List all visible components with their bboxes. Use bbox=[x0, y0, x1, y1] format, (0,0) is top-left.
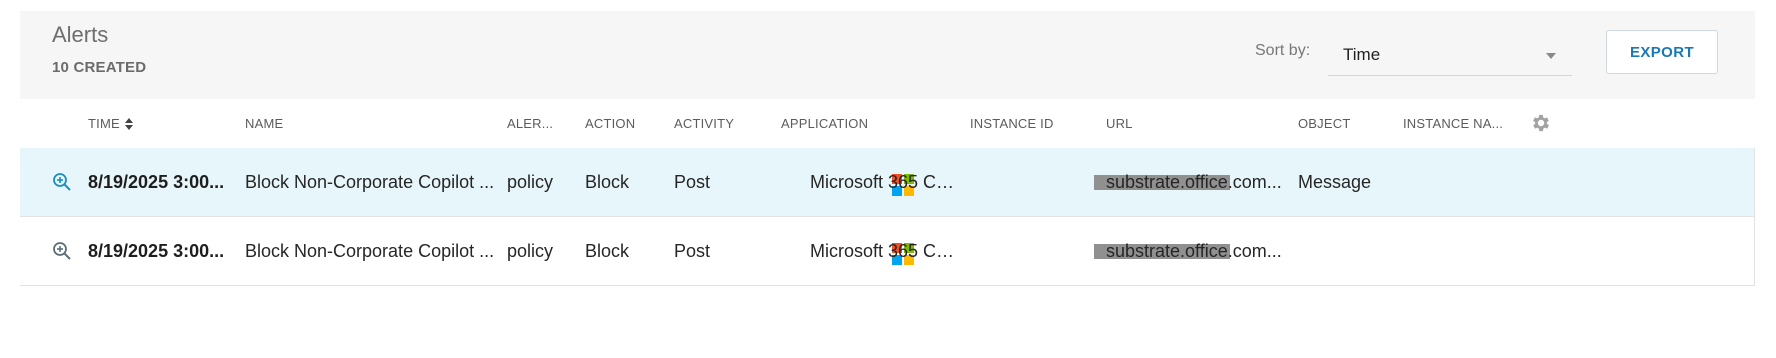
table-row[interactable]: 8/19/2025 3:00... Block Non-Corporate Co… bbox=[20, 217, 1755, 286]
zoom-in-icon[interactable] bbox=[52, 241, 72, 261]
cell-url: substrate.office.com... bbox=[1106, 241, 1282, 261]
column-header-name[interactable]: NAME bbox=[245, 116, 283, 131]
column-header-object[interactable]: OBJECT bbox=[1298, 116, 1350, 131]
cell-time: 8/19/2025 3:00... bbox=[88, 172, 225, 192]
cell-name: Block Non-Corporate Copilot ... bbox=[245, 241, 495, 261]
sort-by-label: Sort by: bbox=[1255, 42, 1311, 59]
export-button[interactable]: EXPORT bbox=[1606, 30, 1718, 74]
alerts-count: 10 CREATED bbox=[52, 59, 147, 76]
alerts-header: Alerts 10 CREATED Sort by: Time EXPORT bbox=[20, 11, 1755, 100]
sort-icon bbox=[124, 118, 134, 131]
cell-time: 8/19/2025 3:00... bbox=[88, 241, 225, 261]
cell-action: Block bbox=[585, 241, 630, 261]
gear-icon[interactable] bbox=[1530, 112, 1552, 134]
cell-action: Block bbox=[585, 172, 630, 192]
cell-name: Block Non-Corporate Copilot ... bbox=[245, 172, 495, 192]
column-header-instance-name[interactable]: INSTANCE NA... bbox=[1403, 116, 1503, 131]
column-header-action[interactable]: ACTION bbox=[585, 116, 635, 131]
sort-by-select[interactable]: Time bbox=[1328, 34, 1572, 76]
column-header-instance-id[interactable]: INSTANCE ID bbox=[970, 116, 1054, 131]
alerts-panel: Alerts 10 CREATED Sort by: Time EXPORT T… bbox=[20, 11, 1755, 311]
cell-alert-type: policy bbox=[507, 241, 554, 261]
cell-object: Message bbox=[1298, 172, 1372, 192]
column-header-activity[interactable]: ACTIVITY bbox=[674, 116, 734, 131]
cell-activity: Post bbox=[674, 172, 711, 192]
cell-url: substrate.office.com... bbox=[1106, 172, 1282, 192]
page-title: Alerts bbox=[52, 22, 109, 47]
zoom-in-icon[interactable] bbox=[52, 172, 72, 192]
column-header-application[interactable]: APPLICATION bbox=[781, 116, 868, 131]
cell-alert-type: policy bbox=[507, 172, 554, 192]
column-header-time[interactable]: TIME bbox=[88, 116, 134, 131]
chevron-down-icon bbox=[1546, 53, 1556, 59]
column-header-url[interactable]: URL bbox=[1106, 116, 1133, 131]
cell-application: Microsoft 365 Co... bbox=[810, 241, 960, 261]
cell-activity: Post bbox=[674, 241, 711, 261]
cell-application: Microsoft 365 Co... bbox=[810, 172, 960, 192]
table-row[interactable]: 8/19/2025 3:00... Block Non-Corporate Co… bbox=[20, 148, 1755, 217]
column-header-alert-type[interactable]: ALER... bbox=[507, 116, 553, 131]
table-header: TIME NAME ALER... ACTION ACTIVITY APPLIC… bbox=[20, 99, 1755, 149]
sort-by-value: Time bbox=[1343, 45, 1381, 64]
table-right-border bbox=[1754, 148, 1755, 285]
